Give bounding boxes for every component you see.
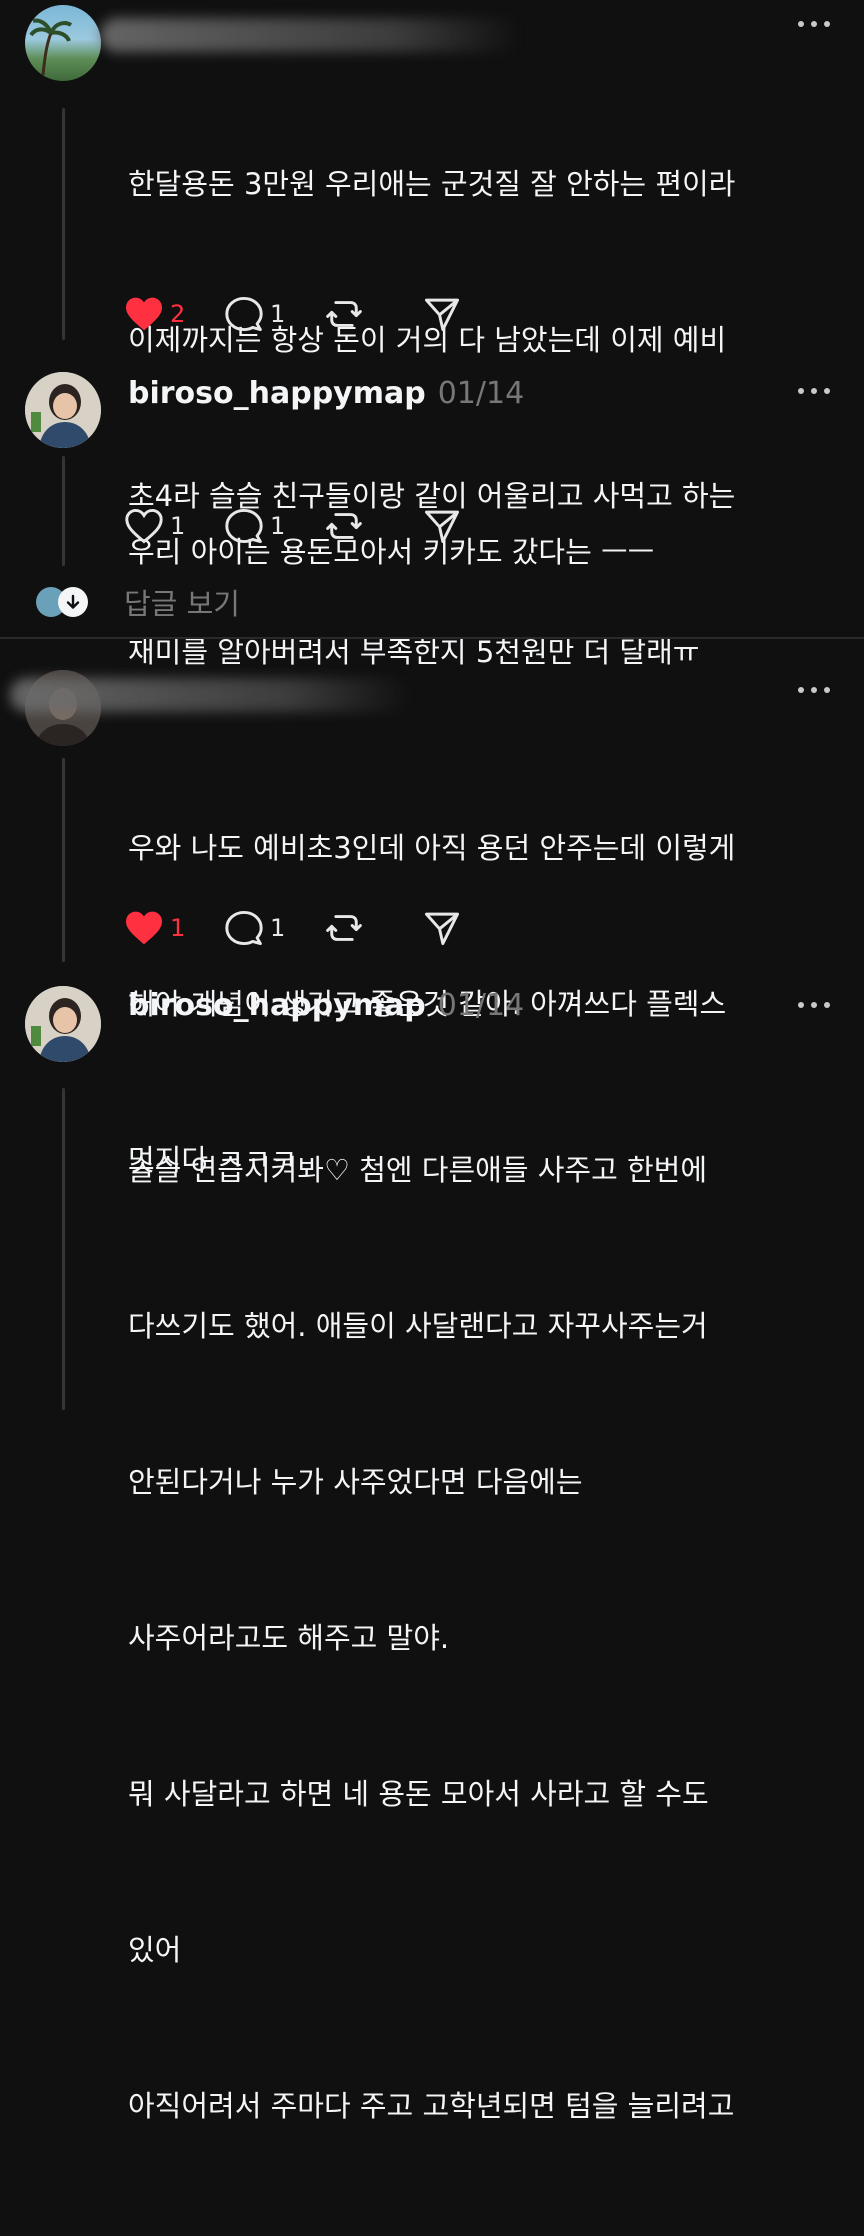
comment-icon <box>225 508 263 544</box>
username[interactable]: biroso_happymap 01/14 <box>128 988 524 1023</box>
share-button[interactable] <box>422 508 462 544</box>
text-line: 우와 나도 예비초3인데 아직 용던 안주는데 이렇게 <box>128 831 736 865</box>
heart-icon <box>126 911 162 945</box>
thread-line <box>62 758 65 962</box>
comment-icon <box>225 296 263 332</box>
comment-button[interactable]: 1 <box>224 910 296 946</box>
text-line: 슬슬 연습시켜봐♡ 첨엔 다른애들 사주고 한번에 <box>128 1153 708 1187</box>
more-options-button[interactable] <box>798 386 830 396</box>
like-button[interactable]: 2 <box>124 296 196 332</box>
action-bar: 2 1 <box>124 294 490 334</box>
heart-icon <box>126 297 162 331</box>
comment-date: 01/14 <box>437 988 525 1023</box>
blurred-username <box>10 678 410 712</box>
text-line: 안된다거나 누가 사주었다면 다음에는 <box>128 1465 583 1499</box>
thread-line <box>62 108 65 340</box>
person-avatar-icon <box>25 372 101 448</box>
text-line: 아직어려서 주마다 주고 고학년되면 텀을 늘리려고 <box>128 2089 735 2123</box>
share-icon <box>424 298 460 332</box>
view-replies-label[interactable]: 답글 보기 <box>124 581 240 623</box>
repost-icon <box>326 301 362 327</box>
share-icon <box>424 510 460 544</box>
username-text[interactable]: biroso_happymap <box>128 376 426 411</box>
person-avatar-icon <box>25 986 101 1062</box>
repost-button[interactable] <box>324 508 364 544</box>
more-icon <box>798 687 804 693</box>
heart-outline-icon <box>125 508 163 544</box>
repost-button[interactable] <box>324 910 364 946</box>
view-replies-button[interactable]: 답글 보기 <box>36 581 240 623</box>
thread-line <box>62 456 65 566</box>
username[interactable]: biroso_happymap 01/14 <box>128 376 524 411</box>
avatar[interactable] <box>25 986 101 1062</box>
like-count: 1 <box>170 512 186 540</box>
repost-icon <box>326 513 362 539</box>
comment-text: 슬슬 연습시켜봐♡ 첨엔 다른애들 사주고 한번에 다쓰기도 했어. 애들이 사… <box>128 1040 834 2236</box>
text-line: 뭐 사달라고 하면 네 용돈 모아서 사라고 할 수도 <box>128 1777 709 1811</box>
share-button[interactable] <box>422 910 462 946</box>
username-text[interactable]: biroso_happymap <box>128 988 426 1023</box>
more-icon <box>798 1002 804 1008</box>
action-bar: 1 1 <box>124 506 490 546</box>
comment-1: 한달용돈 3만원 우리애는 군것질 잘 안하는 편이라 이제까지는 항상 돈이 … <box>0 0 864 669</box>
like-count: 1 <box>170 914 186 942</box>
comment-4: biroso_happymap 01/14 슬슬 연습시켜봐♡ 첨엔 다른애들 사… <box>0 970 864 2123</box>
more-icon <box>798 21 804 27</box>
avatar[interactable] <box>25 5 101 81</box>
comment-button[interactable]: 1 <box>224 296 296 332</box>
comment-3: 우와 나도 예비초3인데 아직 용던 안주는데 이렇게 해야 개념이 생기고 좋… <box>0 640 864 1177</box>
reply-count: 1 <box>270 300 286 328</box>
blurred-username <box>100 18 520 52</box>
text-line: 있어 <box>128 1933 182 1967</box>
share-icon <box>424 912 460 946</box>
share-button[interactable] <box>422 296 462 332</box>
reply-count: 1 <box>270 914 286 942</box>
more-options-button[interactable] <box>798 685 830 695</box>
palm-tree-icon <box>29 18 73 76</box>
reply-count: 1 <box>270 512 286 540</box>
like-button[interactable]: 1 <box>124 910 196 946</box>
comment-date: 01/14 <box>437 376 525 411</box>
text-line: 사주어라고도 해주고 말야. <box>128 1621 450 1655</box>
more-options-button[interactable] <box>798 19 830 29</box>
comment-button[interactable]: 1 <box>224 508 296 544</box>
divider <box>0 637 864 639</box>
arrow-down-icon <box>58 587 88 617</box>
comment-icon <box>225 910 263 946</box>
text-line: 다쓰기도 했어. 애들이 사달랜다고 자꾸사주는거 <box>128 1309 708 1343</box>
repost-button[interactable] <box>324 296 364 332</box>
more-options-button[interactable] <box>798 1000 830 1010</box>
like-count: 2 <box>170 300 186 328</box>
like-button[interactable]: 1 <box>124 508 196 544</box>
text-line: 한달용돈 3만원 우리애는 군것질 잘 안하는 편이라 <box>128 167 736 201</box>
more-icon <box>798 388 804 394</box>
avatar[interactable] <box>25 372 101 448</box>
repost-icon <box>326 915 362 941</box>
thread-line <box>62 1088 65 1410</box>
action-bar: 1 1 <box>124 908 490 948</box>
